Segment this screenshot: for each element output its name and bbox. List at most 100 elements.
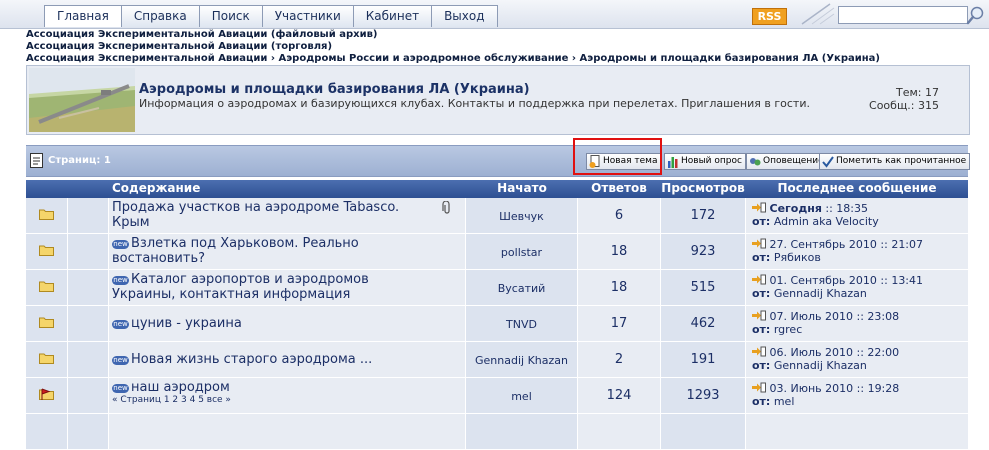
last-post-user[interactable]: rgrec bbox=[774, 323, 802, 336]
tab-home[interactable]: Главная bbox=[44, 5, 122, 27]
view-count: 191 bbox=[690, 352, 716, 367]
view-count: 172 bbox=[690, 208, 716, 223]
reply-count: 17 bbox=[610, 316, 628, 331]
breadcrumb-path[interactable]: Ассоциация Экспериментальной Авиации › А… bbox=[26, 53, 880, 65]
tab-search[interactable]: Поиск bbox=[198, 5, 263, 27]
go-to-last-post-icon[interactable] bbox=[752, 310, 766, 321]
table-row: new Взлетка под Харьковом. Реально востан… bbox=[26, 234, 968, 270]
topic-title-link[interactable]: наш аэродром bbox=[131, 380, 230, 395]
tab-logout[interactable]: Выход bbox=[431, 5, 498, 27]
airfield-thumbnail bbox=[29, 68, 135, 132]
topic-author[interactable]: Gennadij Khazan bbox=[466, 354, 577, 367]
new-badge[interactable]: new bbox=[112, 320, 129, 329]
col-header-replies: Ответов bbox=[591, 181, 647, 195]
last-post-date: Сегодня bbox=[769, 202, 822, 215]
new-badge[interactable]: new bbox=[112, 356, 129, 365]
topic-author[interactable]: Шевчук bbox=[466, 210, 577, 223]
last-post-user[interactable]: mel bbox=[774, 395, 795, 408]
go-to-last-post-icon[interactable] bbox=[752, 238, 766, 249]
topic-title-link[interactable]: цунив - украина bbox=[131, 316, 242, 331]
view-count: 462 bbox=[690, 316, 716, 331]
notify-button[interactable]: Оповещение bbox=[746, 153, 828, 170]
new-badge[interactable]: new bbox=[112, 384, 129, 393]
last-post-user[interactable]: Рябиков bbox=[774, 251, 821, 264]
last-post-time: :: 21:07 bbox=[880, 238, 924, 251]
last-post-time: :: 22:00 bbox=[856, 346, 900, 359]
topic-author[interactable]: pollstar bbox=[466, 246, 577, 259]
folder-icon bbox=[39, 317, 54, 328]
topic-title-link[interactable]: Продажа участков на аэродроме Tabasco. К… bbox=[112, 200, 417, 230]
last-post-info: 27. Сентябрь 2010 :: 21:07 от: Рябиков bbox=[752, 238, 923, 264]
reply-count: 18 bbox=[610, 280, 628, 295]
topic-author[interactable]: TNVD bbox=[466, 318, 577, 331]
go-to-last-post-icon[interactable] bbox=[752, 274, 766, 285]
hot-topic-folder-icon bbox=[39, 388, 54, 400]
mark-read-label: Пометить как прочитанное bbox=[836, 156, 967, 166]
last-post-from-label: от: bbox=[752, 215, 771, 228]
rss-button[interactable]: RSS bbox=[752, 8, 787, 25]
folder-icon bbox=[39, 281, 54, 292]
notify-label: Оповещение bbox=[763, 156, 824, 166]
search-input[interactable] bbox=[838, 6, 968, 24]
mark-read-button[interactable]: Пометить как прочитанное bbox=[819, 153, 971, 170]
last-post-date: 07. Июль 2010 bbox=[769, 310, 853, 323]
last-post-from-label: от: bbox=[752, 251, 771, 264]
last-post-date: 01. Сентябрь 2010 bbox=[769, 274, 877, 287]
table-row: new Каталог аэропортов и аэродромов Украи… bbox=[26, 270, 968, 306]
forum-stats: Тем: 17 Сообщ.: 315 bbox=[869, 86, 939, 112]
topic-author[interactable]: mel bbox=[466, 390, 577, 403]
last-post-user[interactable]: Admin aka Velocity bbox=[774, 215, 879, 228]
folder-icon bbox=[39, 209, 54, 220]
table-row: new цунив - украина TNVD 17 462 07. Июль … bbox=[26, 306, 968, 342]
tab-help[interactable]: Справка bbox=[120, 5, 200, 27]
last-post-user[interactable]: Gennadij Khazan bbox=[774, 359, 867, 372]
topic-title-link[interactable]: Каталог аэропортов и аэродромов Украины,… bbox=[112, 272, 369, 302]
new-poll-button[interactable]: Новый опрос bbox=[664, 153, 746, 170]
go-to-last-post-icon[interactable] bbox=[752, 382, 766, 393]
breadcrumb-link-trade[interactable]: Ассоциация Экспериментальной Авиации (то… bbox=[26, 41, 880, 53]
last-post-time: :: 23:08 bbox=[856, 310, 900, 323]
table-row: new Новая жизнь старого аэродрома ... Gen… bbox=[26, 342, 968, 378]
topic-page-links[interactable]: « Страниц 1 2 3 4 5 все » bbox=[112, 395, 417, 406]
last-post-info: Сегодня :: 18:35 от: Admin aka Velocity bbox=[752, 202, 879, 228]
paperclip-icon bbox=[442, 201, 450, 214]
divider-decoration-icon bbox=[801, 3, 835, 25]
document-icon bbox=[30, 153, 43, 168]
forum-title: Аэродромы и площадки базирования ЛА (Укр… bbox=[139, 82, 530, 97]
reply-count: 124 bbox=[606, 388, 632, 403]
folder-icon bbox=[39, 353, 54, 364]
last-post-info: 03. Июнь 2010 :: 19:28 от: mel bbox=[752, 382, 899, 408]
go-to-last-post-icon[interactable] bbox=[752, 346, 766, 357]
new-badge[interactable]: new bbox=[112, 276, 129, 285]
table-row bbox=[26, 414, 968, 450]
checkmark-icon bbox=[822, 156, 834, 168]
forum-description: Информация о аэродромах и базирующихся к… bbox=[139, 97, 810, 110]
last-post-user[interactable]: Gennadij Khazan bbox=[774, 287, 867, 300]
topic-title-link[interactable]: Взлетка под Харьковом. Реально востанови… bbox=[112, 236, 359, 266]
last-post-from-label: от: bbox=[752, 287, 771, 300]
last-post-info: 01. Сентябрь 2010 :: 13:41 от: Gennadij … bbox=[752, 274, 923, 300]
topics-table: Продажа участков на аэродроме Tabasco. К… bbox=[26, 198, 968, 450]
new-badge[interactable]: new bbox=[112, 240, 129, 249]
last-post-date: 06. Июль 2010 bbox=[769, 346, 853, 359]
last-post-time: :: 18:35 bbox=[825, 202, 868, 215]
topic-title-link[interactable]: Новая жизнь старого аэродрома ... bbox=[131, 352, 372, 367]
last-post-from-label: от: bbox=[752, 323, 771, 336]
tab-members[interactable]: Участники bbox=[261, 5, 354, 27]
post-count: Сообщ.: 315 bbox=[869, 99, 939, 112]
page-count: Страниц: 1 bbox=[48, 155, 111, 166]
view-count: 923 bbox=[690, 244, 716, 259]
search-icon[interactable] bbox=[966, 5, 986, 25]
top-navigation-bar: Главная Справка Поиск Участники Кабинет … bbox=[0, 0, 989, 29]
topic-count: Тем: 17 bbox=[896, 86, 939, 99]
last-post-from-label: от: bbox=[752, 359, 771, 372]
go-to-last-post-icon[interactable] bbox=[752, 202, 766, 213]
highlight-box bbox=[573, 138, 662, 175]
view-count: 1293 bbox=[686, 388, 720, 403]
last-post-from-label: от: bbox=[752, 395, 771, 408]
topic-author[interactable]: Вусатий bbox=[466, 282, 577, 295]
breadcrumb-link-archive[interactable]: Ассоциация Экспериментальной Авиации (фа… bbox=[26, 29, 880, 41]
col-header-content: Содержание bbox=[112, 181, 201, 195]
tab-cabinet[interactable]: Кабинет bbox=[352, 5, 433, 27]
reply-count: 18 bbox=[610, 244, 628, 259]
